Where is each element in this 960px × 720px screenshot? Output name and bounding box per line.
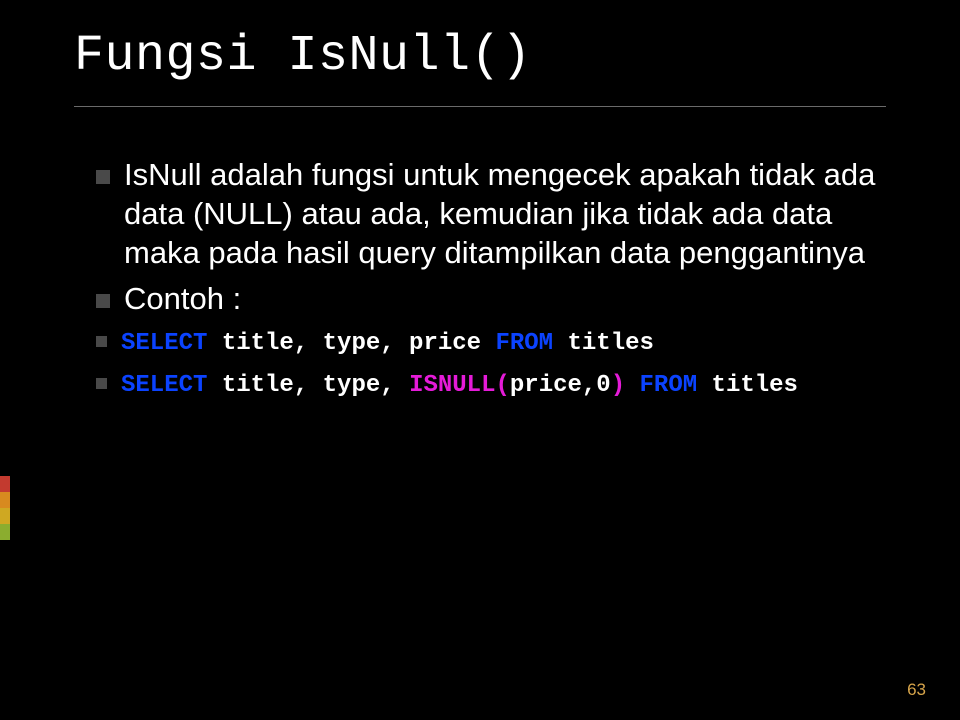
paragraph-text: IsNull adalah fungsi untuk mengecek apak… — [124, 156, 890, 272]
code-line: SELECT title, type, price FROM titles — [121, 327, 654, 361]
code-text: titles — [697, 372, 798, 399]
code-args: price,0 — [510, 372, 611, 399]
page-number: 63 — [907, 680, 926, 700]
square-bullet-icon — [96, 170, 110, 184]
paren-close: ) — [611, 372, 625, 399]
function-isnull: ISNULL — [409, 372, 495, 399]
slide-title: Fungsi IsNull() — [74, 28, 532, 85]
accent-bar-yellow — [0, 508, 10, 524]
keyword-select: SELECT — [121, 372, 207, 399]
square-bullet-icon — [96, 378, 107, 389]
paren-open: ( — [495, 372, 509, 399]
bullet-item-1: IsNull adalah fungsi untuk mengecek apak… — [96, 156, 890, 272]
bullet-item-code-1: SELECT title, type, price FROM titles — [96, 327, 890, 361]
code-space — [625, 372, 639, 399]
code-line: SELECT title, type, ISNULL(price,0) FROM… — [121, 369, 798, 403]
accent-bar-red — [0, 476, 10, 492]
bullet-item-code-2: SELECT title, type, ISNULL(price,0) FROM… — [96, 369, 890, 403]
accent-bars — [0, 476, 10, 540]
code-text: titles — [553, 330, 654, 357]
keyword-from: FROM — [495, 330, 553, 357]
code-text: title, type, — [207, 372, 409, 399]
accent-bar-green — [0, 524, 10, 540]
paragraph-text: Contoh : — [124, 280, 241, 319]
keyword-select: SELECT — [121, 330, 207, 357]
keyword-from: FROM — [640, 372, 698, 399]
square-bullet-icon — [96, 336, 107, 347]
title-underline — [74, 106, 886, 107]
slide: Fungsi IsNull() IsNull adalah fungsi unt… — [0, 0, 960, 720]
bullet-item-2: Contoh : — [96, 280, 890, 319]
accent-bar-orange — [0, 492, 10, 508]
square-bullet-icon — [96, 294, 110, 308]
code-text: title, type, price — [207, 330, 495, 357]
content-area: IsNull adalah fungsi untuk mengecek apak… — [96, 156, 890, 410]
